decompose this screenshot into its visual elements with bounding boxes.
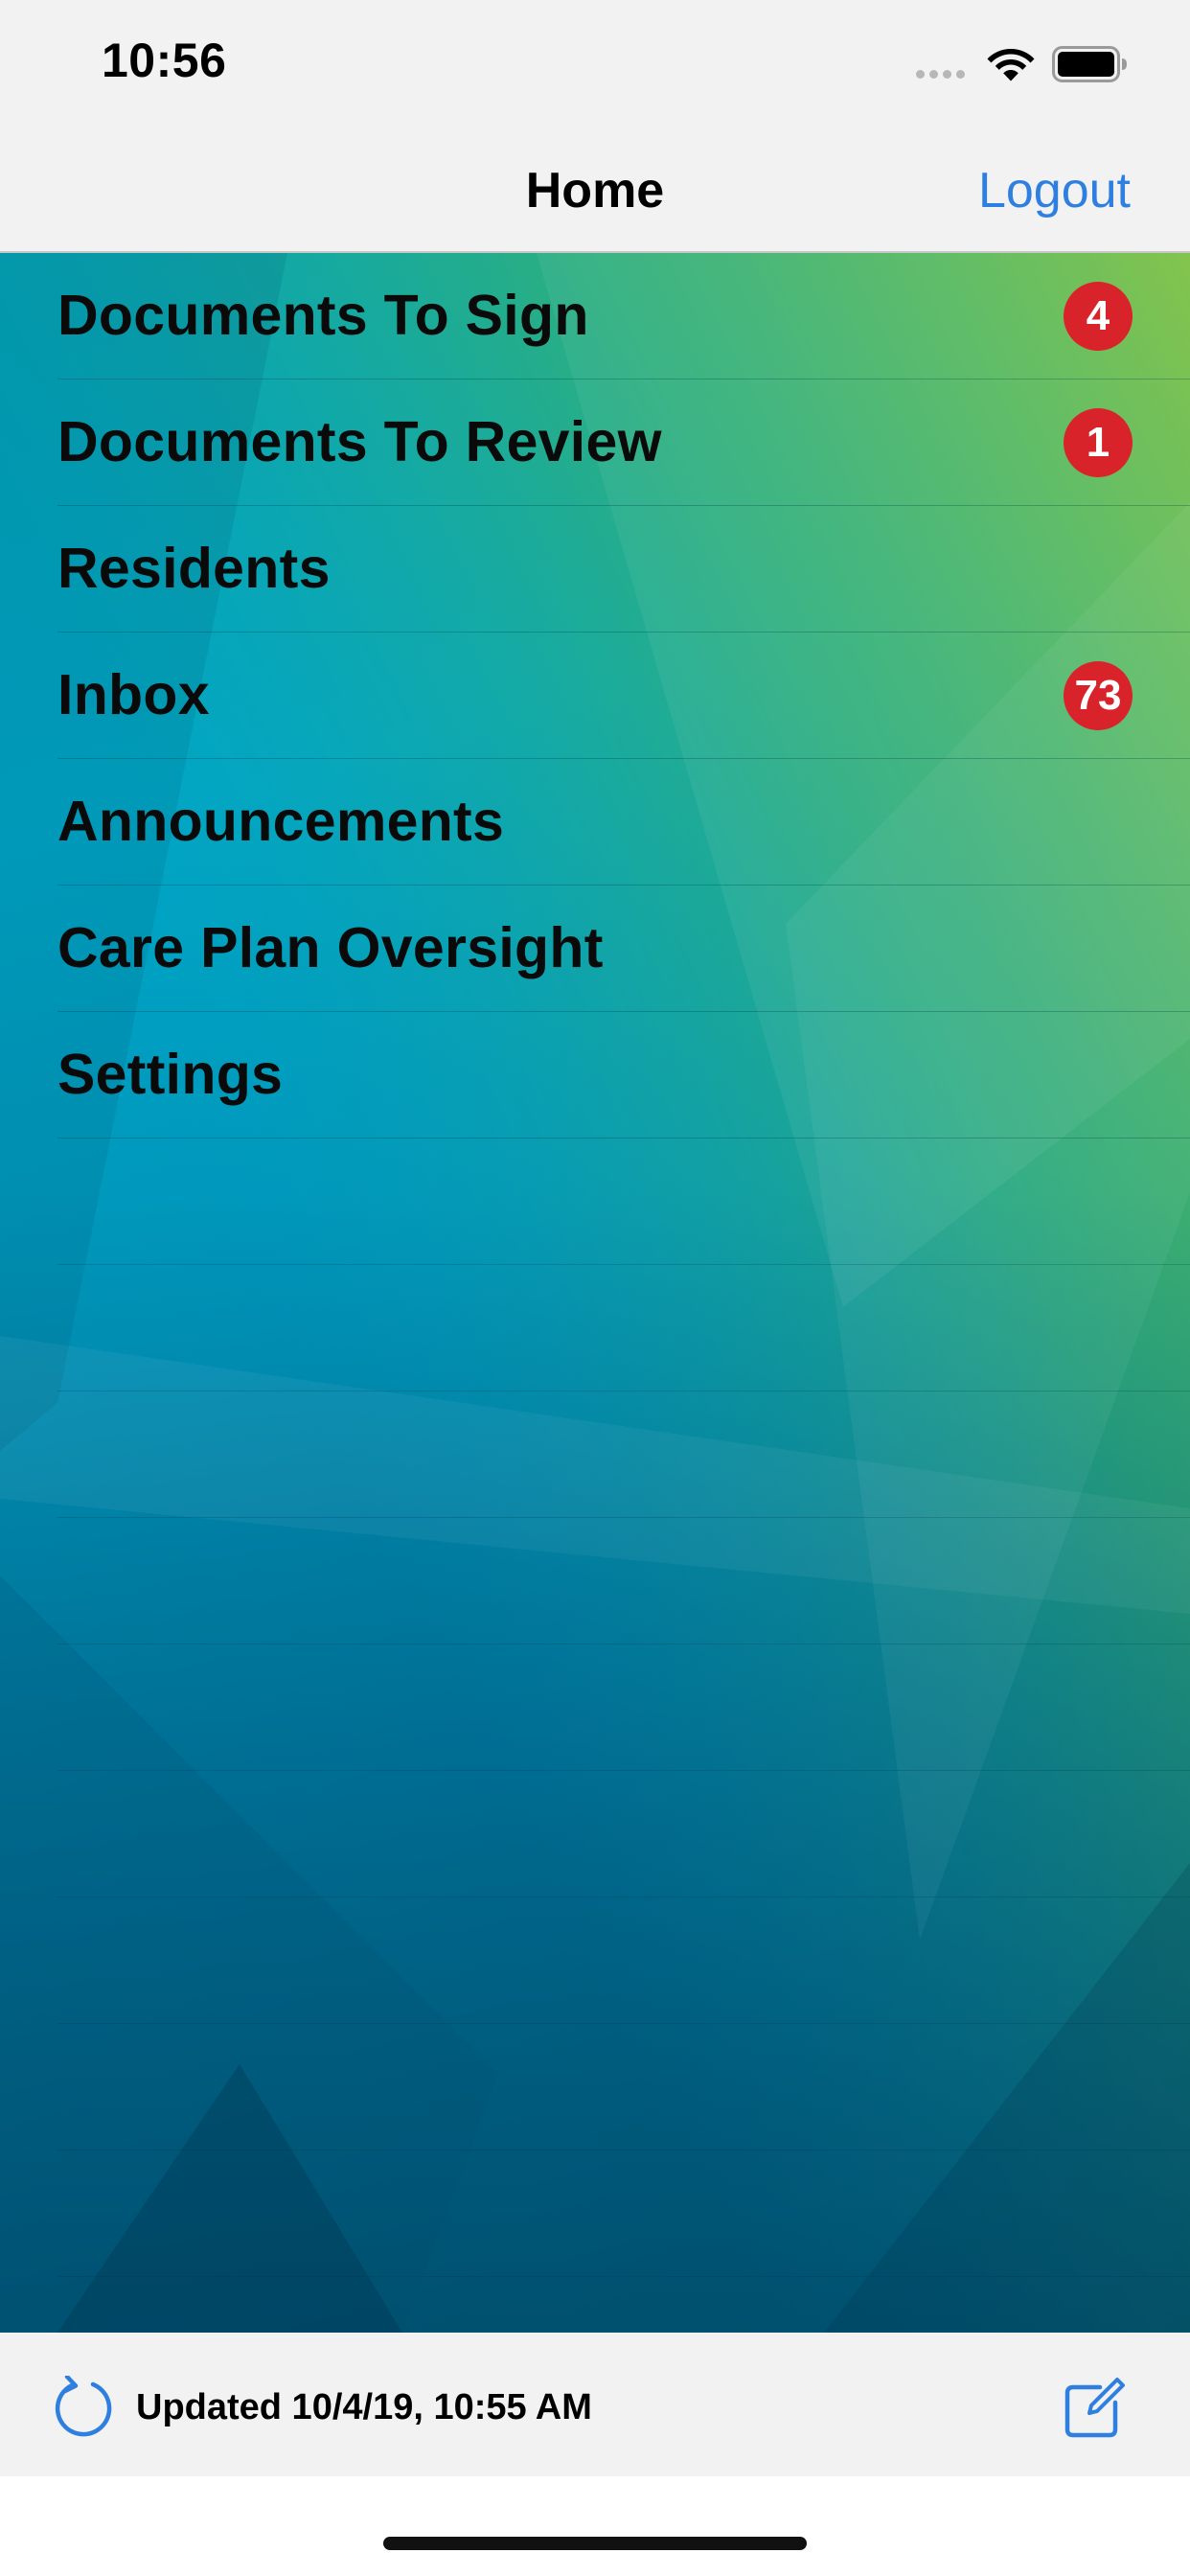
menu-item-label: Settings	[57, 1043, 284, 1106]
home-indicator-area	[0, 2476, 1190, 2576]
menu-list: Documents To Sign 4 Documents To Review …	[0, 253, 1190, 2333]
home-indicator[interactable]	[383, 2537, 807, 2550]
count-badge: 73	[1064, 661, 1133, 730]
bottom-toolbar: Updated 10/4/19, 10:55 AM	[0, 2333, 1190, 2476]
status-time: 10:56	[102, 34, 227, 87]
empty-row	[0, 2024, 1190, 2150]
empty-row	[0, 1265, 1190, 1392]
empty-row	[0, 1392, 1190, 1518]
menu-item-settings[interactable]: Settings	[0, 1012, 1190, 1138]
menu-item-label: Residents	[57, 537, 331, 600]
menu-item-documents-to-review[interactable]: Documents To Review 1	[0, 380, 1190, 506]
count-badge: 1	[1064, 408, 1133, 477]
menu-item-label: Care Plan Oversight	[57, 916, 604, 979]
navigation-bar: Home Logout	[0, 129, 1190, 253]
menu-item-documents-to-sign[interactable]: Documents To Sign 4	[0, 253, 1190, 380]
count-badge: 4	[1064, 282, 1133, 351]
menu-item-label: Documents To Sign	[57, 284, 589, 347]
menu-item-residents[interactable]: Residents	[0, 506, 1190, 632]
home-content: Documents To Sign 4 Documents To Review …	[0, 253, 1190, 2333]
empty-row	[0, 1898, 1190, 2024]
empty-row	[0, 2150, 1190, 2277]
menu-item-care-plan-oversight[interactable]: Care Plan Oversight	[0, 886, 1190, 1012]
menu-item-inbox[interactable]: Inbox 73	[0, 632, 1190, 759]
battery-icon	[1052, 46, 1127, 82]
last-updated-text: Updated 10/4/19, 10:55 AM	[136, 2387, 592, 2427]
status-bar: 10:56	[0, 0, 1190, 129]
menu-item-label: Inbox	[57, 663, 210, 726]
empty-row	[0, 1771, 1190, 1898]
empty-row	[0, 1518, 1190, 1644]
menu-item-label: Announcements	[57, 790, 505, 853]
logout-button[interactable]: Logout	[978, 162, 1131, 219]
empty-row	[0, 1644, 1190, 1771]
menu-item-announcements[interactable]: Announcements	[0, 759, 1190, 886]
cellular-signal-icon	[916, 70, 965, 79]
wifi-icon	[987, 49, 1035, 81]
compose-icon[interactable]	[1064, 2376, 1127, 2439]
refresh-icon[interactable]	[54, 2376, 117, 2439]
empty-row	[0, 2277, 1190, 2333]
menu-item-label: Documents To Review	[57, 410, 662, 473]
empty-row	[0, 1138, 1190, 1265]
